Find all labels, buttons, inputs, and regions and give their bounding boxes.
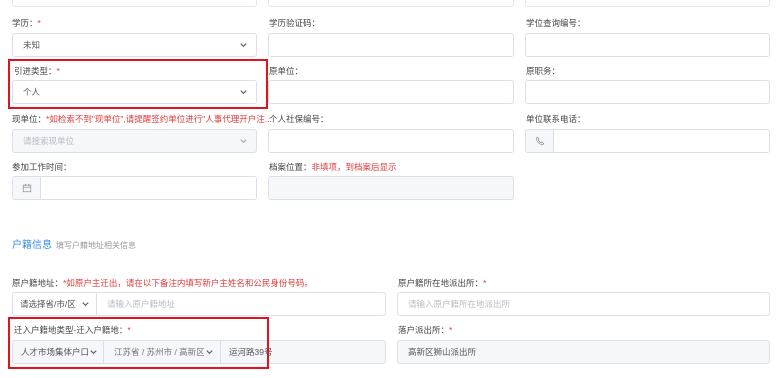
cur-unit-placeholder: 请搜索现单位: [23, 136, 75, 146]
work-time-label: 参加工作时间：: [12, 162, 72, 172]
orig-hukou-label: 原户籍地址：*如原户主迁出，请在以下备注内填写新户主姓名和公民身份号码。: [12, 278, 313, 288]
phone-prefix: [526, 130, 554, 152]
settle-police-label: 落户派出所：*: [398, 325, 453, 335]
education-value: 未知: [23, 40, 41, 50]
orig-hukou-address-placeholder: 请输入原户籍地址: [107, 299, 176, 309]
chevron-down-icon: [239, 41, 248, 50]
edu-code-input[interactable]: [268, 33, 514, 57]
orig-hukou-address-input[interactable]: 请输入原户籍地址: [96, 292, 386, 316]
orig-hukou-region-select[interactable]: 请选择省/市/区: [12, 292, 97, 316]
intro-type-value: 个人: [23, 87, 41, 97]
unit-phone-input[interactable]: [525, 129, 770, 153]
orig-unit-label: 原单位：: [269, 66, 304, 76]
intro-type-select[interactable]: 个人: [12, 80, 257, 104]
move-in-region-select[interactable]: 江苏省 / 苏州市 / 高新区: [103, 340, 221, 364]
chevron-down-icon: [81, 300, 90, 309]
settle-police-value: 高新区狮山派出所: [408, 347, 477, 357]
orig-unit-input[interactable]: [268, 80, 514, 104]
orig-police-input[interactable]: 请输入原户籍所在地派出所: [397, 292, 770, 316]
chevron-down-icon: [239, 137, 248, 146]
move-in-label: 迁入户籍地类型-迁入户籍地：*: [14, 325, 131, 335]
degree-code-input[interactable]: [525, 33, 770, 57]
chevron-down-icon: [89, 348, 98, 357]
education-label: 学历：*: [12, 18, 41, 28]
intro-type-label: 引进类型：*: [14, 66, 60, 76]
work-time-picker[interactable]: [12, 176, 257, 200]
orig-police-placeholder: 请输入原户籍所在地派出所: [408, 299, 511, 309]
archive-input: [268, 176, 514, 200]
move-in-type-select[interactable]: 人才市场集体户口: [12, 340, 104, 364]
section-title: 户籍信息: [12, 240, 52, 251]
top-input-partial-1: [12, 0, 257, 7]
chevron-down-icon: [239, 88, 248, 97]
top-input-partial-2: [268, 0, 514, 7]
calendar-icon: [22, 183, 32, 193]
top-input-partial-3: [525, 0, 770, 7]
social-no-input[interactable]: [268, 129, 514, 153]
chevron-down-icon: [205, 348, 214, 357]
archive-label: 档案位置：非填项，到档案后显示: [269, 162, 397, 172]
orig-post-input[interactable]: [525, 80, 770, 104]
settle-police-input: 高新区狮山派出所: [397, 340, 770, 364]
orig-hukou-region-placeholder: 请选择省/市/区: [20, 299, 76, 309]
education-select[interactable]: 未知: [12, 33, 257, 57]
cur-unit-select[interactable]: 请搜索现单位: [12, 129, 257, 153]
move-in-address-input[interactable]: 运河路39号: [220, 340, 386, 364]
cur-unit-label: 现单位：*如检索不到"现单位",请提醒签约单位进行"人事代理开户注...: [12, 114, 272, 124]
move-in-region-value: 江苏省 / 苏州市 / 高新区: [114, 347, 205, 357]
social-no-label: 个人社保编号：: [269, 114, 329, 124]
orig-post-label: 原职务：: [526, 66, 561, 76]
section-subtitle: 填写户籍地址相关信息: [56, 241, 136, 250]
phone-icon: [535, 136, 545, 146]
orig-police-label: 原户籍所在地派出所：*: [398, 278, 487, 288]
unit-phone-label: 单位联系电话：: [526, 114, 586, 124]
move-in-type-value: 人才市场集体户口: [21, 347, 90, 357]
section-header: 户籍信息 填写户籍地址相关信息: [12, 236, 136, 251]
calendar-prefix: [13, 177, 41, 199]
move-in-address-value: 运河路39号: [229, 347, 273, 357]
degree-code-label: 学位查询编号：: [526, 18, 586, 28]
edu-code-label: 学历验证码：: [269, 18, 321, 28]
